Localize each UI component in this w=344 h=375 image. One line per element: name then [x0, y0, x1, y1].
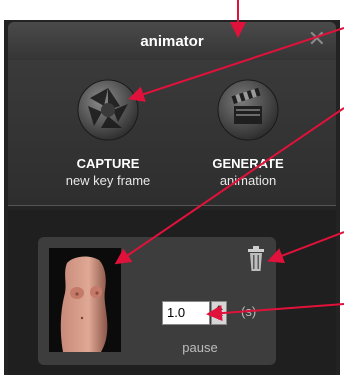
trash-icon[interactable] — [245, 243, 267, 273]
camera-shutter-icon — [58, 70, 158, 156]
pause-duration-input[interactable]: 1.0 — [162, 301, 210, 325]
capture-label: CAPTURE — [76, 156, 140, 171]
capture-sublabel: new key frame — [65, 173, 151, 188]
generate-label: GENERATE — [212, 156, 284, 171]
toolbar: CAPTURE new key frame GENERATE animation — [8, 60, 336, 206]
stepper-up-icon[interactable] — [212, 302, 226, 313]
close-icon[interactable]: ✕ — [308, 28, 326, 50]
window-title: animator — [140, 33, 204, 50]
pause-stepper[interactable] — [211, 301, 227, 325]
generate-button[interactable]: GENERATE animation — [178, 70, 318, 188]
capture-button[interactable]: CAPTURE new key frame — [38, 70, 178, 188]
generate-sublabel: animation — [219, 173, 277, 188]
title-bar: animator ✕ — [8, 22, 336, 60]
key-frame-thumbnail[interactable] — [49, 248, 121, 352]
pause-label: pause — [182, 340, 218, 355]
pause-unit-label: (s) — [241, 304, 257, 319]
clapperboard-icon — [198, 70, 298, 156]
stepper-down-icon[interactable] — [212, 313, 226, 324]
